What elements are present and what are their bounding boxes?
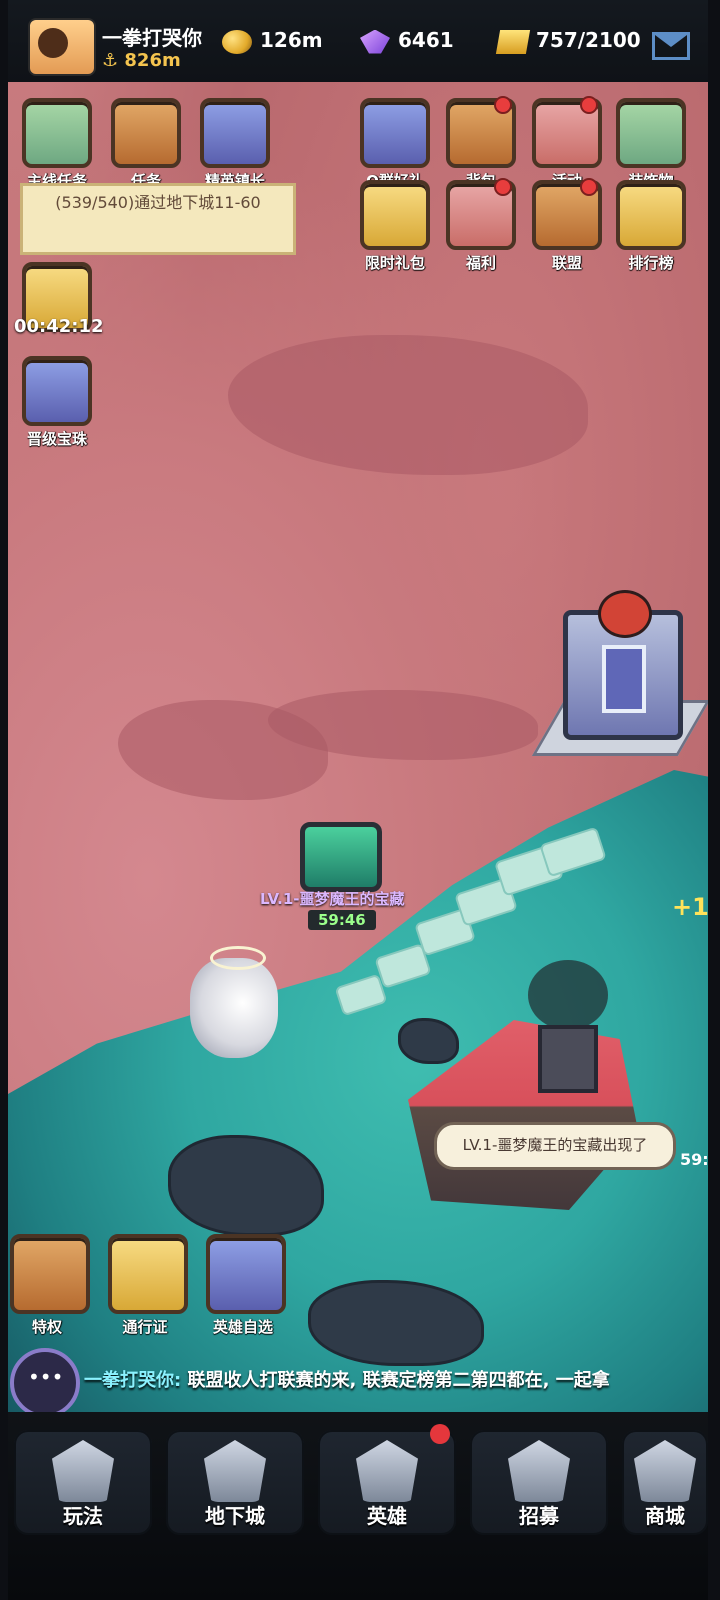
- gameplay-icon: [52, 1440, 114, 1502]
- event-button[interactable]: 活动: [530, 96, 604, 191]
- quest-tooltip[interactable]: (539/540)通过地下城11-60: [20, 183, 296, 255]
- decorations-button[interactable]: 装饰物: [614, 98, 688, 191]
- smoke-cloud: [528, 960, 608, 1030]
- alliance-button[interactable]: 联盟: [530, 178, 604, 273]
- reward-plus-text: +1(: [672, 893, 708, 921]
- top-bar: 一拳打哭你 ⚓ 826m 126m 6461 757/2100: [8, 0, 708, 82]
- gem-resource[interactable]: 6461: [360, 28, 454, 54]
- gold-coin-icon: [222, 29, 252, 54]
- sword-icon: [204, 1440, 266, 1502]
- elite-mayor-button[interactable]: 精英镇长: [198, 98, 272, 191]
- nav-hero[interactable]: 英雄: [318, 1424, 456, 1535]
- trophy-icon: [616, 180, 686, 250]
- chat-message-line[interactable]: 一拳打哭你: 联盟收人打联赛的来, 联赛定榜第二第四都在, 一起拿: [84, 1366, 610, 1392]
- helmet-icon: [356, 1440, 418, 1502]
- avatar[interactable]: [28, 18, 96, 76]
- main-quest-button[interactable]: 主线任务: [20, 98, 94, 191]
- chat-bubble-icon: [360, 98, 430, 168]
- scroll-icon: [22, 98, 92, 168]
- chest-event-timer: 00:42:12: [14, 316, 104, 337]
- chimney: [538, 1025, 598, 1093]
- welfare-button[interactable]: 福利: [444, 178, 518, 273]
- ranking-button[interactable]: 排行榜: [614, 180, 688, 273]
- book-icon: [111, 98, 181, 168]
- recruit-icon: [508, 1440, 570, 1502]
- chat-icon[interactable]: [10, 1348, 80, 1418]
- rank-value: ⚓ 826m: [102, 50, 181, 71]
- orb-button[interactable]: 晋级宝珠: [20, 356, 94, 449]
- pass-shield-icon: [108, 1234, 188, 1314]
- qq-group-button[interactable]: Q群好礼: [358, 98, 432, 191]
- nav-gameplay[interactable]: 玩法: [14, 1430, 152, 1535]
- gem-icon: [360, 29, 390, 54]
- map-icon: [200, 98, 270, 168]
- pass-button[interactable]: 通行证: [108, 1234, 188, 1337]
- castle-icon: [634, 1440, 696, 1502]
- orb-icon: [22, 356, 92, 426]
- treasure-notice-bubble: LV.1-噩梦魔王的宝藏出现了: [434, 1122, 676, 1170]
- nav-shop[interactable]: 商城: [622, 1430, 708, 1535]
- card-icon: [10, 1234, 90, 1314]
- bush-icon: [616, 98, 686, 168]
- treasure-label: LV.1-噩梦魔王的宝藏: [260, 890, 405, 908]
- privilege-button[interactable]: 特权: [10, 1234, 90, 1337]
- treasure-chest-icon[interactable]: [300, 822, 382, 892]
- backpack-button[interactable]: 背包: [444, 96, 518, 191]
- limited-pack-button[interactable]: 限时礼包: [358, 180, 432, 273]
- right-timer: 59:4: [680, 1150, 708, 1169]
- mail-icon[interactable]: [652, 32, 690, 60]
- nav-recruit[interactable]: 招募: [470, 1430, 608, 1535]
- treasure-timer: 59:46: [308, 910, 376, 930]
- task-button[interactable]: 任务: [109, 98, 183, 191]
- player-name: 一拳打哭你: [102, 26, 202, 50]
- stamina-icon: [495, 29, 531, 54]
- angel-character[interactable]: [190, 946, 278, 1058]
- gift-box-icon: [360, 180, 430, 250]
- stamina-resource[interactable]: 757/2100: [495, 28, 641, 54]
- chat-sender: 一拳打哭你:: [84, 1370, 182, 1391]
- hero-pack-icon: [206, 1234, 286, 1314]
- chat-text: 联盟收人打联赛的来, 联赛定榜第二第四都在, 一起拿: [187, 1370, 610, 1391]
- hero-select-button[interactable]: 英雄自选: [206, 1234, 286, 1337]
- devil-icon: [598, 590, 652, 638]
- nav-dungeon[interactable]: 地下城: [166, 1430, 304, 1535]
- gold-resource[interactable]: 126m: [222, 28, 323, 54]
